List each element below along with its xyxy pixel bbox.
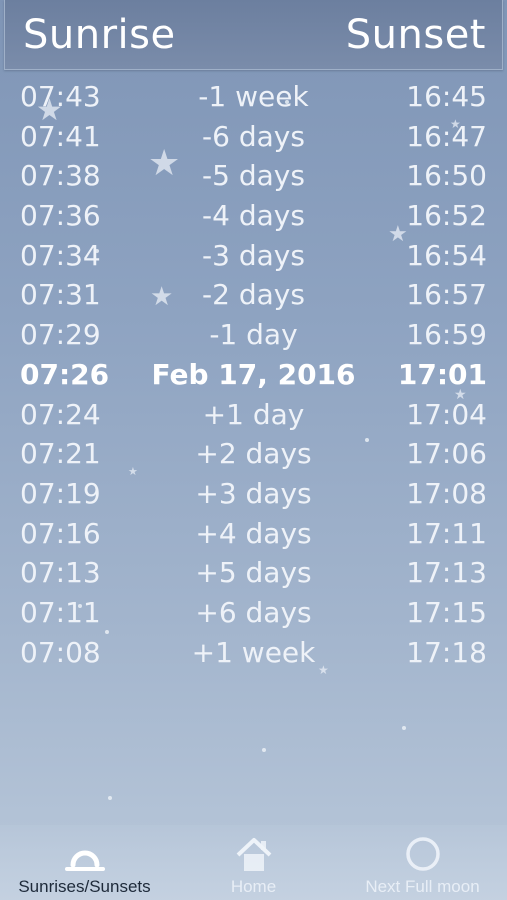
sunset-time: 17:04: [406, 397, 487, 431]
sunset-time: 16:45: [406, 80, 487, 113]
sunset-time: 16:59: [406, 318, 487, 352]
table-row: +1 day 07:24 17:04: [0, 395, 507, 435]
sunset-time: 17:13: [406, 556, 487, 590]
sunset-time: 16:52: [406, 199, 487, 233]
sunrise-column-title: Sunrise: [23, 12, 176, 58]
sunrise-time: 07:16: [20, 516, 101, 550]
sunrise-sunset-table: -1 week 07:43 16:45 -6 days 07:41 16:47 …: [0, 77, 507, 672]
table-row: +4 days 07:16 17:11: [0, 514, 507, 554]
sunset-time: 16:57: [406, 278, 487, 312]
table-row: -4 days 07:36 16:52: [0, 196, 507, 236]
sunrise-time: 07:26: [20, 357, 110, 391]
tab-bar: Sunrises/Sunsets Home Next Full moon: [0, 825, 507, 900]
table-row: +1 week 07:08 17:18: [0, 633, 507, 673]
table-row: -2 days 07:31 16:57: [0, 275, 507, 315]
sunrise-sunset-icon: [63, 835, 107, 877]
tab-next-full-moon[interactable]: Next Full moon: [338, 825, 507, 900]
sunrise-time: 07:38: [20, 159, 101, 193]
sunrise-time: 07:13: [20, 556, 101, 590]
tab-sunrises-sunsets[interactable]: Sunrises/Sunsets: [0, 825, 169, 900]
table-row: +2 days 07:21 17:06: [0, 434, 507, 474]
tab-home[interactable]: Home: [169, 825, 338, 900]
table-row: -1 week 07:43 16:45: [0, 77, 507, 117]
sunset-time: 16:47: [406, 119, 487, 153]
sunset-time: 16:50: [406, 159, 487, 193]
sunset-time: 17:06: [406, 437, 487, 471]
table-row: +5 days 07:13 17:13: [0, 553, 507, 593]
table-row: -6 days 07:41 16:47: [0, 117, 507, 157]
table-row: -3 days 07:34 16:54: [0, 236, 507, 276]
table-row: +6 days 07:11 17:15: [0, 593, 507, 633]
header: Sunrise Sunset: [4, 0, 503, 70]
sunrise-time: 07:08: [20, 635, 101, 669]
sunrise-time: 07:21: [20, 437, 101, 471]
sunset-time: 17:01: [397, 357, 487, 391]
sunset-time: 17:15: [406, 595, 487, 629]
current-date-row: Feb 17, 2016 07:26 17:01: [0, 355, 507, 395]
star-icon: [402, 726, 406, 730]
sunrise-time: 07:29: [20, 318, 101, 352]
sunrise-time: 07:34: [20, 238, 101, 272]
star-icon: [262, 748, 266, 752]
tab-label: Sunrises/Sunsets: [18, 877, 151, 896]
tab-label: Home: [230, 877, 277, 896]
tab-label: Next Full moon: [365, 877, 480, 896]
sunset-column-title: Sunset: [345, 12, 486, 58]
sunset-time: 16:54: [406, 238, 487, 272]
sunrise-time: 07:41: [20, 119, 101, 153]
full-moon-icon: [403, 835, 443, 877]
sunrise-time: 07:31: [20, 278, 101, 312]
sunrise-time: 07:43: [20, 80, 101, 113]
star-icon: [108, 796, 112, 800]
table-row: -5 days 07:38 16:50: [0, 156, 507, 196]
sunrise-time: 07:19: [20, 476, 101, 510]
home-icon: [234, 835, 274, 877]
table-row: +3 days 07:19 17:08: [0, 474, 507, 514]
sunset-time: 17:08: [406, 476, 487, 510]
table-row: -1 day 07:29 16:59: [0, 315, 507, 355]
sunset-time: 17:18: [406, 635, 487, 669]
sunrise-time: 07:24: [20, 397, 101, 431]
sunset-time: 17:11: [406, 516, 487, 550]
sunrise-time: 07:36: [20, 199, 101, 233]
sunrise-time: 07:11: [20, 595, 101, 629]
